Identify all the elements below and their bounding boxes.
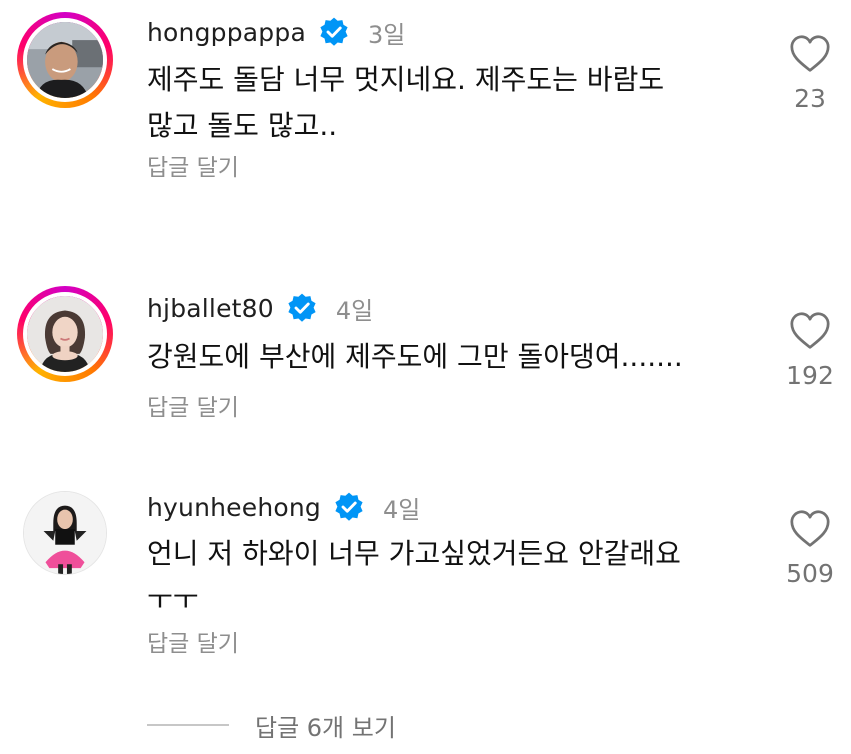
comment-time: 4일	[383, 495, 421, 524]
avatar-story-ring[interactable]	[17, 286, 113, 382]
heart-outline-icon[interactable]	[788, 509, 832, 549]
reply-button[interactable]: 답글 달기	[147, 392, 239, 424]
username[interactable]: hjballet80	[147, 294, 274, 323]
comment-time: 4일	[335, 296, 374, 325]
reply-button[interactable]: 답글 달기	[147, 152, 239, 184]
avatar-photo-woman	[27, 296, 103, 372]
heart-outline-icon[interactable]	[788, 34, 832, 74]
verified-badge-icon	[320, 17, 348, 46]
like-count: 509	[786, 559, 834, 588]
avatar-wrapper[interactable]	[17, 485, 113, 581]
like-count: 23	[794, 84, 826, 113]
comment-text: 언니 저 하와이 너무 가고싶었거든요 안갈래요 ㅜㅜ	[147, 537, 681, 616]
avatar	[23, 491, 107, 575]
username[interactable]: hyunheehong	[147, 493, 321, 522]
username[interactable]: hongppappa	[147, 18, 306, 47]
like-control: 23	[780, 34, 840, 113]
comment-text: 강원도에 부산에 제주도에 그만 돌아댕여.......	[147, 340, 683, 373]
like-control: 192	[780, 311, 840, 390]
verified-badge-icon	[335, 492, 363, 521]
like-control: 509	[780, 509, 840, 588]
view-replies-label: 답글 6개 보기	[255, 713, 396, 742]
like-count: 192	[786, 361, 834, 390]
comment-time: 3일	[367, 20, 406, 49]
comment-text: 제주도 돌담 너무 멋지네요. 제주도는 바람도 많고 돌도 많고..	[147, 63, 665, 142]
avatar-story-ring[interactable]	[17, 12, 113, 108]
divider-line	[147, 724, 229, 726]
verified-badge-icon	[288, 293, 316, 322]
heart-outline-icon[interactable]	[788, 311, 832, 351]
reply-button[interactable]: 답글 달기	[147, 628, 239, 660]
avatar-photo-girl	[24, 492, 106, 574]
view-replies-button[interactable]: 답글 6개 보기	[147, 708, 396, 742]
avatar-photo-man	[27, 22, 103, 98]
avatar	[23, 292, 107, 376]
avatar	[23, 18, 107, 102]
